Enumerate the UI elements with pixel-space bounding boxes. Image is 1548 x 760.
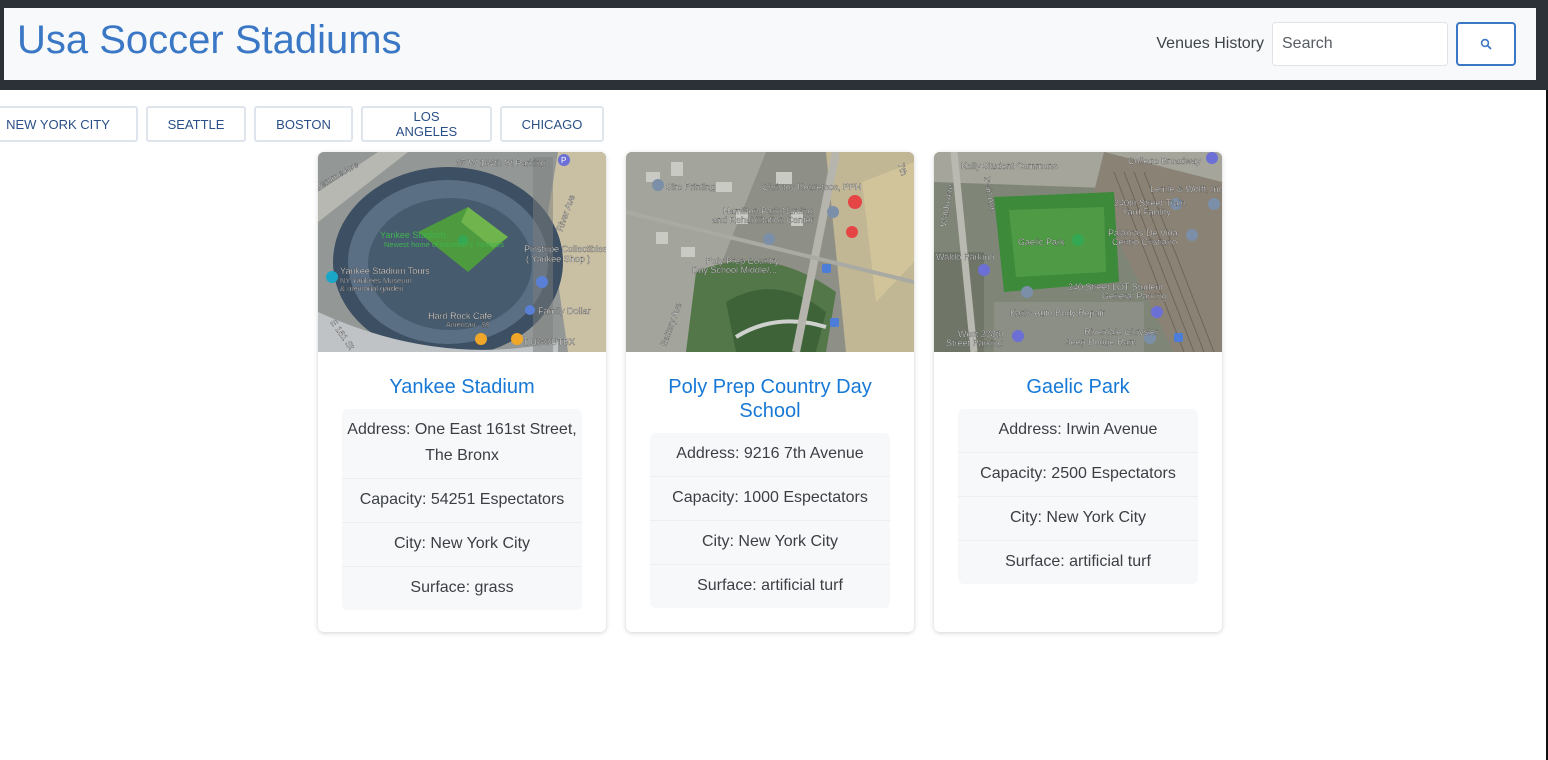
map-label: Gaelic Park [1018, 237, 1065, 247]
navbar: Usa Soccer Stadiums Venues History [4, 8, 1536, 80]
venue-card[interactable]: Kelly Student Commons College Broadway L… [934, 152, 1222, 632]
map-label: Day School Middle/... [692, 265, 777, 275]
city-button-chicago[interactable]: CHICAGO [500, 106, 604, 142]
venue-surface: Surface: artificial turf [697, 577, 843, 594]
search-button[interactable] [1456, 22, 1516, 66]
venue-city: City: New York City [650, 521, 890, 565]
city-filter-bar: NEW YORK CITY SEATTLE BOSTON LOS ANGELES… [0, 106, 604, 142]
map-label: Lemle & Wolff, Inc [1150, 184, 1222, 194]
map-label: DUGOUTBX [524, 337, 575, 347]
map-label: College Broadway [1128, 156, 1202, 166]
venue-capacity: Capacity: 1000 Espectators [650, 477, 890, 521]
map-label: Yard Facility [1122, 207, 1171, 217]
venue-card[interactable]: P 65 W 164th St Parking Yankee Stadium N… [318, 152, 606, 632]
venue-address: Address: Irwin Avenue [958, 409, 1198, 453]
map-label: Pinstripe Collectibles [524, 244, 606, 254]
satellite-map-image: Sire Printing Christos Kouretsos, PPH Ha… [626, 152, 914, 352]
search-icon [1480, 38, 1492, 50]
city-button-los-angeles[interactable]: LOS ANGELES [361, 106, 492, 142]
venue-card[interactable]: Sire Printing Christos Kouretsos, PPH Ha… [626, 152, 914, 632]
venue-capacity: Capacity: 54251 Espectators [342, 479, 582, 523]
venue-surface: Surface: artificial turf [1005, 553, 1151, 570]
map-label: Yankee Stadium [380, 230, 445, 240]
map-label: Hard Rock Cafe [428, 311, 492, 321]
map-label: Kelly Student Commons [961, 161, 1058, 171]
map-label: ( Yankee Shop ) [526, 254, 590, 264]
map-label: & memorial garden [340, 284, 403, 293]
map-label: Family Dollar [538, 306, 591, 316]
venue-details-list: Address: One East 161st Street, The Bron… [342, 409, 582, 610]
venue-name[interactable]: Gaelic Park [958, 375, 1198, 399]
map-label: and Rehabilitation Center [712, 215, 814, 225]
venue-city: City: New York City [342, 523, 582, 567]
map-label: Centro Cristiano [1112, 237, 1177, 247]
map-label: 65 W 164th St Parking [456, 158, 546, 168]
satellite-map-image: Kelly Student Commons College Broadway L… [934, 152, 1222, 352]
venue-name[interactable]: Yankee Stadium [342, 375, 582, 399]
map-label: American · $$ [446, 322, 490, 329]
map-label: Newest home of baseball's Yankees [384, 240, 504, 249]
satellite-map-image: P 65 W 164th St Parking Yankee Stadium N… [318, 152, 606, 352]
map-label: Riverdale Chrysler [1084, 327, 1158, 337]
map-label: Street Parking [946, 338, 1003, 348]
map-label: Jeep Dodge Ram [1066, 337, 1136, 347]
venue-details-list: Address: Irwin Avenue Capacity: 2500 Esp… [958, 409, 1198, 584]
map-parking-marker: P [561, 156, 566, 165]
nav-link-venues-history[interactable]: Venues History [1156, 35, 1264, 53]
venue-name[interactable]: Poly Prep Country Day School [650, 375, 890, 423]
site-brand[interactable]: Usa Soccer Stadiums [17, 18, 402, 62]
city-button-boston[interactable]: BOSTON [254, 106, 353, 142]
venue-capacity: Capacity: 2500 Espectators [958, 453, 1198, 497]
map-label: Christos Kouretsos, PPH [762, 182, 862, 192]
city-button-new-york-city[interactable]: NEW YORK CITY [0, 106, 138, 142]
venue-surface: Surface: grass [410, 579, 514, 596]
venue-cards: P 65 W 164th St Parking Yankee Stadium N… [318, 152, 1222, 632]
map-label: Karl's Auto Body Repair [1010, 308, 1105, 318]
search-input[interactable] [1272, 22, 1448, 66]
city-button-seattle[interactable]: SEATTLE [146, 106, 246, 142]
venue-address: Address: 9216 7th Avenue [650, 433, 890, 477]
map-label: Waldo Parking [936, 252, 994, 262]
map-label: Sire Printing [666, 182, 715, 192]
venue-details-list: Address: 9216 7th Avenue Capacity: 1000 … [650, 433, 890, 608]
venue-address: Address: One East 161st Street, The Bron… [342, 409, 582, 479]
map-label: General Parking [1102, 291, 1167, 301]
venue-city: City: New York City [958, 497, 1198, 541]
map-label: Yankee Stadium Tours [340, 266, 430, 276]
nav-right-group: Venues History [1156, 22, 1516, 66]
